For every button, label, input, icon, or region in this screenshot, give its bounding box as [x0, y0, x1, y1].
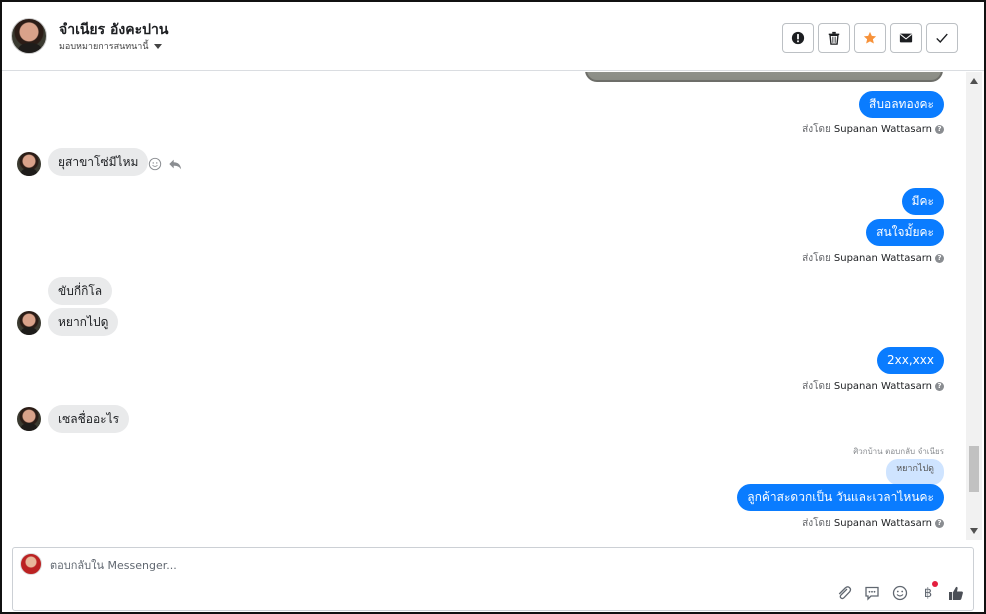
- reply-input[interactable]: [50, 559, 550, 572]
- incoming-message[interactable]: ยุสาขาโซ่มีไหม: [48, 148, 149, 176]
- sender-name[interactable]: Supanan Wattasarn: [834, 518, 932, 529]
- reply-context-label: ศิวกบ้าน ตอบกลับ จำเนียร: [853, 447, 944, 456]
- page-avatar: [20, 553, 42, 575]
- quoted-message[interactable]: หยากไปดู: [886, 459, 944, 485]
- emoji-button[interactable]: [891, 584, 909, 602]
- star-icon: [863, 31, 877, 44]
- envelope-icon: [899, 33, 913, 43]
- sent-by-label: ส่งโดย Supanan Wattasarn ?: [802, 516, 944, 531]
- sender-name[interactable]: Supanan Wattasarn: [834, 253, 932, 264]
- emoji-icon: [892, 585, 908, 601]
- contact-name[interactable]: จำเนียร อังคะปาน: [59, 19, 168, 41]
- exclamation-icon: [791, 31, 805, 45]
- trash-icon: [828, 31, 840, 45]
- saved-replies-button[interactable]: [863, 584, 881, 602]
- outgoing-message[interactable]: สนใจมั้ยคะ: [866, 219, 944, 246]
- help-icon[interactable]: ?: [935, 519, 944, 528]
- help-icon[interactable]: ?: [935, 254, 944, 263]
- contact-avatar-small[interactable]: [17, 311, 41, 335]
- outgoing-message[interactable]: สีบอลทองคะ: [859, 91, 944, 118]
- assign-conversation-dropdown[interactable]: มอบหมายการสนทนานี้: [59, 39, 162, 53]
- payment-button[interactable]: ฿: [919, 581, 938, 602]
- sent-by-label: ส่งโดย Supanan Wattasarn ?: [802, 122, 944, 137]
- like-button[interactable]: [947, 584, 965, 602]
- incoming-message[interactable]: เซลชื่ออะไร: [48, 405, 130, 433]
- reply-icon[interactable]: [168, 157, 182, 171]
- sent-by-prefix: ส่งโดย: [802, 518, 831, 529]
- outgoing-message[interactable]: 2xx,xxx: [877, 347, 944, 374]
- star-button[interactable]: [854, 23, 886, 53]
- outgoing-message[interactable]: มีคะ: [901, 188, 944, 215]
- scrollbar-thumb[interactable]: [969, 446, 979, 492]
- check-icon: [936, 33, 948, 43]
- mark-done-button[interactable]: [926, 23, 958, 53]
- saved-reply-icon: [865, 586, 879, 601]
- composer-toolbar: ฿: [835, 581, 965, 602]
- incoming-message[interactable]: ขับกี่กิโล: [48, 277, 113, 305]
- thread-scrollbar[interactable]: [966, 72, 982, 540]
- mark-unread-button[interactable]: [890, 23, 922, 53]
- chevron-down-icon: [153, 43, 162, 49]
- reply-composer: ฿: [12, 547, 974, 611]
- spam-button[interactable]: [782, 23, 814, 53]
- sent-by-label: ส่งโดย Supanan Wattasarn ?: [802, 251, 944, 266]
- react-emoji-icon[interactable]: [148, 157, 162, 171]
- header-actions: [782, 23, 958, 53]
- baht-icon: ฿: [923, 585, 933, 601]
- contact-avatar[interactable]: [11, 18, 47, 54]
- notification-dot: [932, 581, 938, 587]
- sent-by-label: ส่งโดย Supanan Wattasarn ?: [802, 379, 944, 394]
- message-thread[interactable]: สีบอลทองคะ ส่งโดย Supanan Wattasarn ? ยุ…: [2, 72, 964, 540]
- sent-by-prefix: ส่งโดย: [802, 381, 831, 392]
- like-icon: [949, 586, 963, 600]
- contact-avatar-small[interactable]: [17, 407, 41, 431]
- sent-by-prefix: ส่งโดย: [802, 124, 831, 135]
- help-icon[interactable]: ?: [935, 125, 944, 134]
- scroll-down-arrow-icon[interactable]: [970, 528, 978, 534]
- scroll-up-arrow-icon[interactable]: [970, 78, 978, 84]
- help-icon[interactable]: ?: [935, 382, 944, 391]
- inbox-window: จำเนียร อังคะปาน มอบหมายการสนทนานี้ สีบอ…: [0, 0, 986, 614]
- sent-by-prefix: ส่งโดย: [802, 253, 831, 264]
- outgoing-message[interactable]: ลูกค้าสะดวกเป็น วันและเวลาไหนคะ: [737, 484, 944, 511]
- incoming-message[interactable]: หยากไปดู: [48, 308, 119, 336]
- assign-label: มอบหมายการสนทนานี้: [59, 42, 149, 52]
- message-tools: [148, 157, 182, 171]
- conversation-header: จำเนียร อังคะปาน มอบหมายการสนทนานี้: [2, 2, 984, 71]
- delete-button[interactable]: [818, 23, 850, 53]
- sender-name[interactable]: Supanan Wattasarn: [834, 381, 932, 392]
- contact-avatar-small[interactable]: [17, 152, 41, 176]
- sender-name[interactable]: Supanan Wattasarn: [834, 124, 932, 135]
- attach-button[interactable]: [835, 584, 853, 602]
- paperclip-icon: [838, 586, 852, 600]
- image-attachment[interactable]: [585, 72, 943, 82]
